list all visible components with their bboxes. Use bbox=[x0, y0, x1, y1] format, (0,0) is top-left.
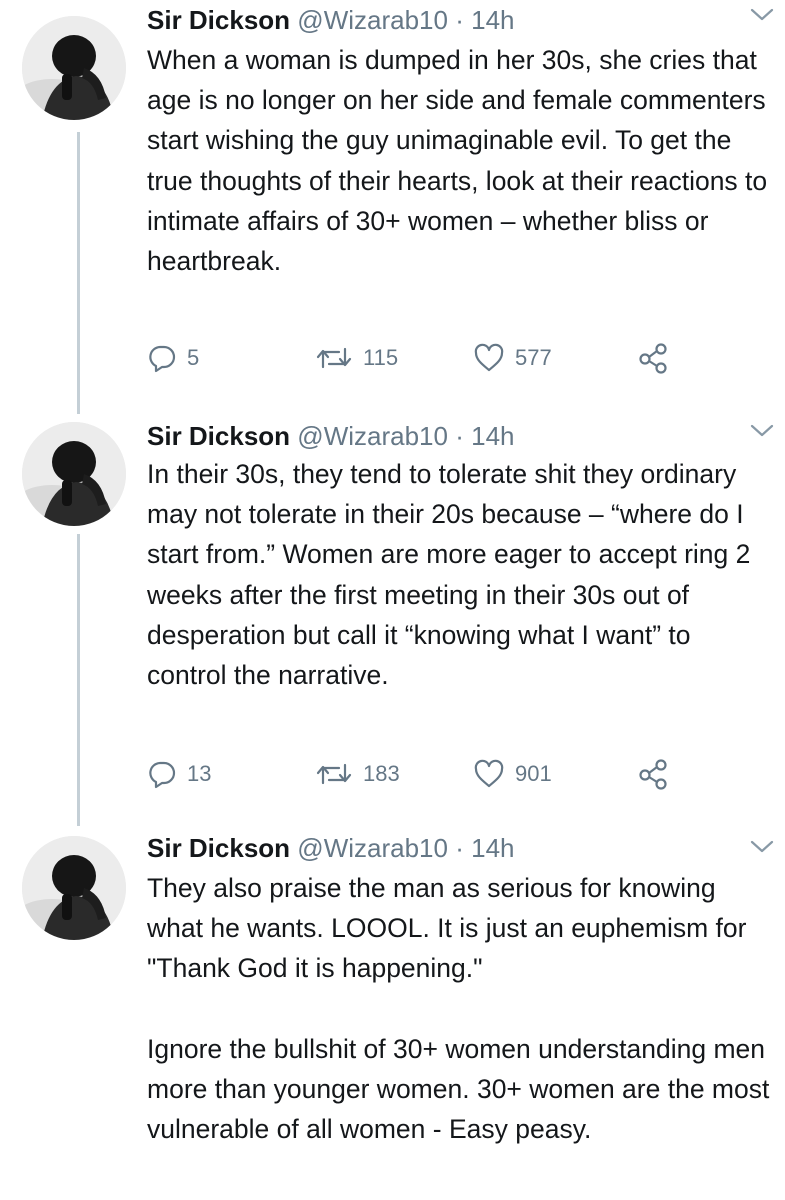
retweet-button[interactable]: 183 bbox=[315, 754, 400, 794]
tweet-paragraph: When a woman is dumped in her 30s, she c… bbox=[147, 45, 768, 277]
tweet-header: Sir Dickson @Wizarab10 · 14h bbox=[147, 830, 515, 866]
reply-count: 5 bbox=[187, 345, 200, 370]
like-icon bbox=[474, 343, 504, 372]
separator: · bbox=[455, 833, 464, 863]
reply-button[interactable]: 5 bbox=[147, 338, 199, 378]
timestamp[interactable]: 14h bbox=[471, 5, 514, 35]
retweet-count: 115 bbox=[363, 345, 399, 370]
tweet-text: In their 30s, they tend to tolerate shit… bbox=[147, 454, 777, 695]
tweet-text: When a woman is dumped in her 30s, she c… bbox=[147, 40, 777, 281]
tweet-header: Sir Dickson @Wizarab10 · 14h bbox=[147, 2, 515, 38]
chevron-down-icon[interactable] bbox=[749, 838, 775, 856]
tweet-header: Sir Dickson @Wizarab10 · 14h bbox=[147, 418, 515, 454]
reply-count: 13 bbox=[187, 761, 212, 786]
retweet-button[interactable]: 115 bbox=[315, 338, 398, 378]
reply-button[interactable]: 13 bbox=[147, 754, 211, 794]
author-name[interactable]: Sir Dickson bbox=[147, 5, 290, 35]
tweet[interactable]: Sir Dickson @Wizarab10 · 14h When a woma… bbox=[0, 0, 785, 410]
share-icon bbox=[639, 343, 667, 374]
tweet[interactable]: Sir Dickson @Wizarab10 · 14h In their 30… bbox=[0, 418, 785, 818]
share-icon bbox=[639, 759, 667, 790]
timestamp[interactable]: 14h bbox=[471, 421, 514, 451]
like-count: 577 bbox=[515, 345, 552, 370]
separator: · bbox=[455, 5, 464, 35]
chevron-down-icon[interactable] bbox=[749, 6, 775, 24]
like-icon bbox=[474, 759, 504, 788]
avatar[interactable] bbox=[22, 836, 126, 940]
reply-icon bbox=[149, 761, 176, 789]
chevron-down-icon[interactable] bbox=[749, 422, 775, 440]
tweet-paragraph: They also praise the man as serious for … bbox=[147, 873, 747, 984]
tweet-paragraph: In their 30s, they tend to tolerate shit… bbox=[147, 459, 751, 691]
retweet-icon bbox=[316, 763, 352, 785]
share-button[interactable] bbox=[637, 754, 679, 794]
tweet-actions: 5 115 577 bbox=[147, 338, 707, 378]
timestamp[interactable]: 14h bbox=[471, 833, 514, 863]
avatar[interactable] bbox=[22, 16, 126, 120]
author-name[interactable]: Sir Dickson bbox=[147, 421, 290, 451]
author-handle[interactable]: @Wizarab10 bbox=[297, 5, 448, 35]
reply-icon bbox=[149, 345, 176, 373]
author-handle[interactable]: @Wizarab10 bbox=[297, 421, 448, 451]
avatar[interactable] bbox=[22, 422, 126, 526]
separator: · bbox=[455, 421, 464, 451]
tweet[interactable]: Sir Dickson @Wizarab10 · 14h They also p… bbox=[0, 830, 785, 1200]
like-count: 901 bbox=[515, 761, 552, 786]
retweet-count: 183 bbox=[363, 761, 400, 786]
author-name[interactable]: Sir Dickson bbox=[147, 833, 290, 863]
like-button[interactable]: 901 bbox=[473, 754, 552, 794]
retweet-icon bbox=[316, 347, 352, 369]
tweet-actions: 13 183 901 bbox=[147, 754, 707, 794]
author-handle[interactable]: @Wizarab10 bbox=[297, 833, 448, 863]
tweet-paragraph: Ignore the bullshit of 30+ women underst… bbox=[147, 1033, 770, 1145]
share-button[interactable] bbox=[637, 338, 679, 378]
tweet-text: They also praise the man as serious for … bbox=[147, 868, 777, 1149]
like-button[interactable]: 577 bbox=[473, 338, 552, 378]
